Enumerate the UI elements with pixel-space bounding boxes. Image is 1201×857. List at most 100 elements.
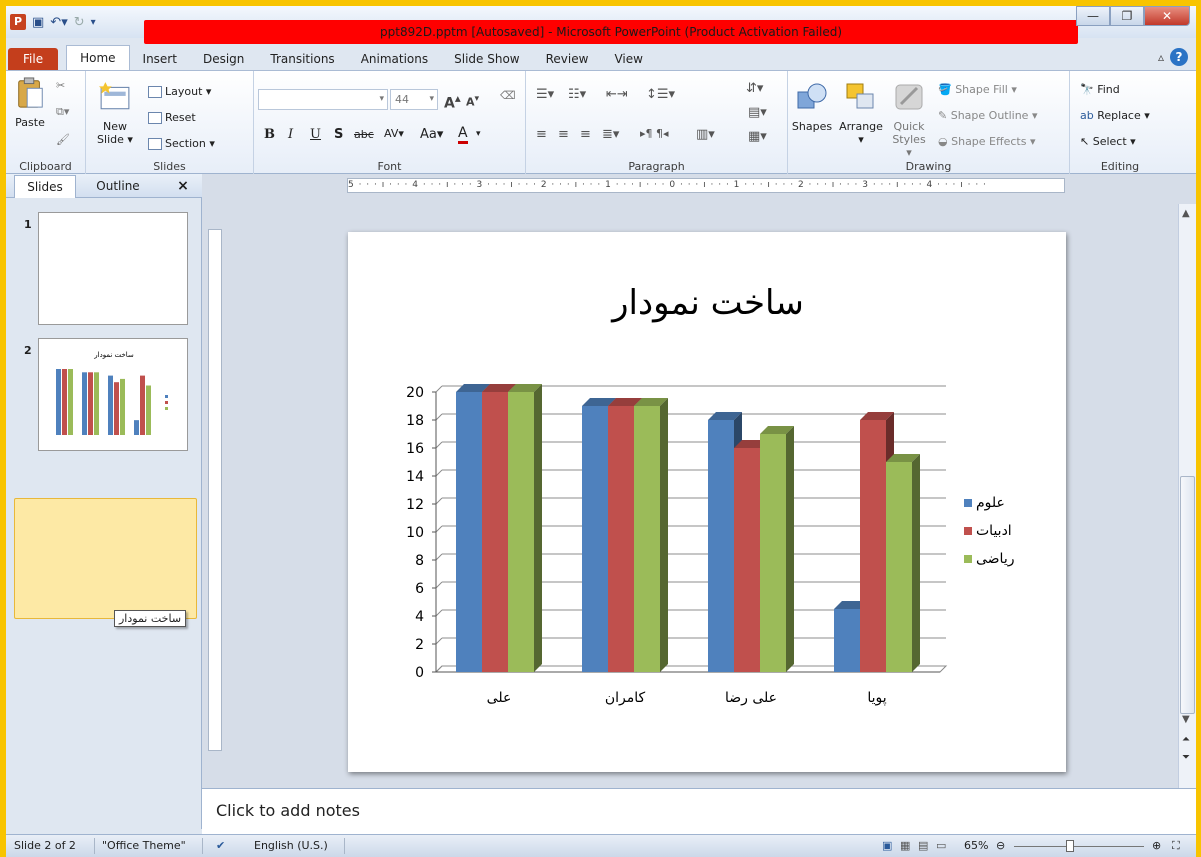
cut-icon[interactable]: ✂ [56, 79, 65, 92]
drawing-group: Shapes Arrange ▾ Quick Styles ▾ 🪣 Shape … [788, 71, 1070, 175]
powerpoint-app-icon[interactable]: P [10, 14, 26, 30]
thumbnail-bar [68, 369, 73, 435]
replace-button[interactable]: ab Replace ▾ [1080, 109, 1150, 122]
next-slide-icon[interactable]: ⏷ [1182, 752, 1190, 763]
underline-button[interactable]: U [310, 127, 321, 142]
tab-animations[interactable]: Animations [348, 48, 441, 70]
bullets-icon[interactable]: ☰▾ [536, 87, 554, 102]
line-spacing-icon[interactable]: ↕☰▾ [646, 87, 675, 102]
binoculars-icon: 🔭 [1080, 83, 1094, 96]
font-size-field[interactable]: 44 ▾ [390, 89, 438, 110]
notes-placeholder[interactable]: Click to add notes [216, 801, 360, 820]
reset-button[interactable]: Reset [148, 111, 196, 124]
tab-review[interactable]: Review [533, 48, 602, 70]
fit-to-window-icon[interactable]: ⛶ [1172, 835, 1180, 857]
font-color-button[interactable]: A [458, 125, 468, 144]
arrange-button[interactable]: Arrange ▾ [836, 81, 886, 146]
normal-view-icon[interactable]: ▣ [882, 835, 892, 857]
shapes-label: Shapes [791, 120, 833, 133]
maximize-button[interactable]: ❐ [1110, 6, 1144, 26]
section-button[interactable]: Section ▾ [148, 137, 215, 150]
slideshow-icon[interactable]: ▭ [936, 835, 946, 857]
smartart-icon[interactable]: ▦▾ [748, 129, 767, 144]
shape-outline-button[interactable]: ✎ Shape Outline ▾ [938, 109, 1038, 122]
title-bar: P ▣ ↶▾ ↻ ▾ ppt892D.pptm [Autosaved] - Mi… [6, 6, 1196, 44]
copy-icon[interactable]: ⧉▾ [56, 105, 69, 119]
justify-icon[interactable]: ≣▾ [602, 127, 619, 142]
numbering-icon[interactable]: ☷▾ [568, 87, 586, 102]
spelling-check-icon[interactable]: ✔ [216, 835, 225, 857]
tab-home[interactable]: Home [66, 45, 130, 70]
undo-icon[interactable]: ↶▾ [50, 15, 67, 30]
tab-outline[interactable]: Outline [82, 175, 154, 198]
help-icon[interactable]: ? [1170, 48, 1188, 66]
slide-sorter-icon[interactable]: ▦ [900, 835, 910, 857]
close-button[interactable]: ✕ [1144, 6, 1190, 26]
vertical-scrollbar[interactable]: ▲ ▼ ⏶ ⏷ [1178, 204, 1196, 788]
tab-file[interactable]: File [8, 48, 59, 70]
shadow-button[interactable]: S [334, 127, 343, 142]
align-left-icon[interactable]: ≡ [536, 127, 547, 142]
shape-fill-button[interactable]: 🪣 Shape Fill ▾ [938, 83, 1017, 96]
strikethrough-button[interactable]: abc [354, 128, 374, 141]
tab-insert[interactable]: Insert [130, 48, 190, 70]
quick-styles-button[interactable]: Quick Styles ▾ [888, 81, 930, 159]
select-button[interactable]: ↖ Select ▾ [1080, 135, 1136, 148]
find-button[interactable]: 🔭 Find [1080, 83, 1120, 96]
zoom-level[interactable]: 65% [964, 835, 988, 857]
chart-legend: علوم ادبیات ریاضی [964, 495, 1014, 567]
clear-formatting-icon[interactable]: ⌫ [500, 89, 516, 102]
previous-slide-icon[interactable]: ⏶ [1182, 734, 1190, 745]
minimize-button[interactable]: — [1076, 6, 1110, 26]
columns-icon[interactable]: ▥▾ [696, 127, 715, 142]
shape-effects-button[interactable]: ◒ Shape Effects ▾ [938, 135, 1035, 148]
align-text-icon[interactable]: ▤▾ [748, 105, 767, 120]
scroll-thumb[interactable] [1180, 476, 1195, 714]
slide-thumbnail-2-selection[interactable] [14, 498, 197, 619]
gridline-depth [435, 497, 443, 505]
italic-button[interactable]: I [288, 127, 293, 142]
align-right-icon[interactable]: ≡ [580, 127, 591, 142]
paste-button[interactable]: Paste [12, 77, 48, 129]
tab-transitions[interactable]: Transitions [257, 48, 347, 70]
text-direction-icon[interactable]: ⇵▾ [746, 81, 763, 96]
indent-icon[interactable]: ⇤⇥ [606, 87, 628, 102]
chart[interactable]: ساخت نمودار 02468101214161820 علی کامران ع… [348, 232, 1066, 772]
shapes-button[interactable]: Shapes [790, 81, 834, 133]
save-icon[interactable]: ▣ [32, 15, 44, 30]
slide-thumbnail-1[interactable] [38, 212, 188, 325]
character-spacing-button[interactable]: AV▾ [384, 127, 404, 140]
tab-view[interactable]: View [601, 48, 655, 70]
zoom-slider[interactable] [1014, 846, 1144, 847]
slide-thumbnail-2[interactable]: ساخت نمودار [38, 338, 188, 451]
slide-title[interactable]: ساخت نمودار [610, 283, 804, 323]
tab-slides[interactable]: Slides [14, 175, 76, 198]
align-center-icon[interactable]: ≡ [558, 127, 569, 142]
scroll-up-icon[interactable]: ▲ [1182, 208, 1190, 219]
notes-pane[interactable]: Click to add notes [202, 788, 1196, 834]
grow-font-button[interactable]: A▴ [444, 91, 461, 112]
ltr-icon[interactable]: ▸¶ ¶◂ [640, 127, 669, 140]
font-color-dropdown-icon[interactable]: ▾ [476, 129, 481, 139]
change-case-button[interactable]: Aa▾ [420, 127, 443, 142]
zoom-in-icon[interactable]: ⊕ [1152, 835, 1161, 857]
reading-view-icon[interactable]: ▤ [918, 835, 928, 857]
shrink-font-button[interactable]: A▾ [466, 93, 479, 109]
scroll-down-icon[interactable]: ▼ [1182, 714, 1190, 725]
layout-button[interactable]: Layout ▾ [148, 85, 211, 98]
format-painter-icon[interactable]: 🖌 [56, 133, 70, 146]
bold-button[interactable]: B [264, 127, 275, 142]
zoom-slider-thumb[interactable] [1066, 840, 1074, 852]
zoom-out-icon[interactable]: ⊖ [996, 835, 1005, 857]
font-name-field[interactable]: ▾ [258, 89, 388, 110]
tab-slide-show[interactable]: Slide Show [441, 48, 532, 70]
redo-icon[interactable]: ↻ [74, 15, 85, 30]
close-pane-icon[interactable]: × [170, 175, 196, 198]
tab-design[interactable]: Design [190, 48, 257, 70]
slide-canvas[interactable]: ساخت نمودار 0 2 4 6 8 10 12 14 16 18 20 علی کامران ع… [348, 232, 1066, 772]
new-slide-button[interactable]: New Slide ▾ [92, 81, 138, 146]
minimize-ribbon-icon[interactable]: ▵ [1158, 50, 1164, 64]
customize-qat-icon[interactable]: ▾ [91, 17, 96, 28]
language-indicator[interactable]: English (U.S.) [254, 835, 328, 857]
powerpoint-window: P ▣ ↶▾ ↻ ▾ ppt892D.pptm [Autosaved] - Mi… [6, 6, 1196, 857]
